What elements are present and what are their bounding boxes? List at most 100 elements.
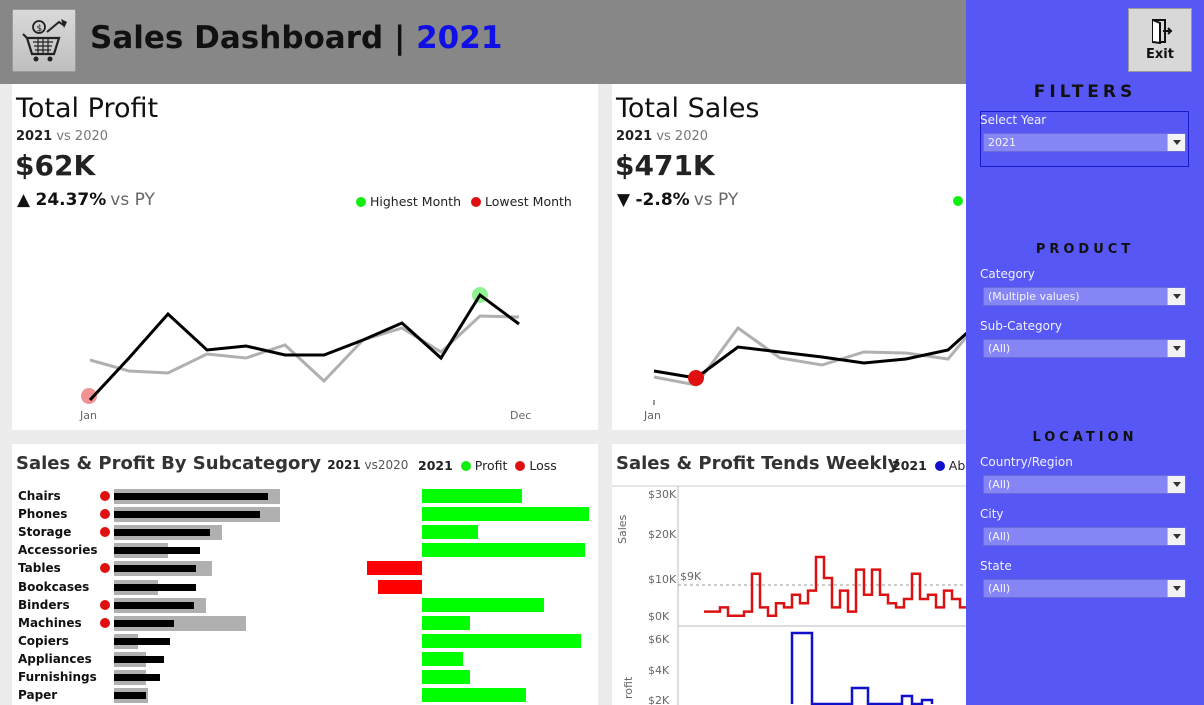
current-year-bar — [114, 674, 160, 681]
profit-bar — [422, 543, 585, 558]
location-heading: LOCATION — [1032, 430, 1138, 445]
category-dropdown[interactable]: (Multiple values) — [983, 287, 1186, 306]
x-axis-end: Dec — [510, 409, 532, 422]
prior-year-line — [89, 314, 520, 384]
row-label: Bookcases — [18, 579, 90, 594]
current-year-bar — [114, 529, 210, 537]
row-label: Chairs — [18, 489, 61, 503]
city-dropdown[interactable]: (All) — [983, 527, 1186, 546]
category-label: Category — [980, 267, 1035, 281]
row-label: Tables — [18, 561, 61, 576]
loss-indicator-icon — [100, 599, 110, 610]
chart-legend: 2021 Profit Loss — [418, 458, 557, 473]
product-heading: PRODUCT — [1035, 242, 1135, 257]
current-year-bar — [114, 583, 196, 591]
profit-line-chart — [81, 287, 520, 404]
current-year-line — [653, 331, 966, 380]
current-year-bar — [114, 601, 194, 609]
country-label: Country/Region — [980, 455, 1073, 469]
row-label: Appliances — [18, 651, 92, 666]
y-tick: $30K — [648, 488, 677, 501]
shopping-basket-growth-icon: $ — [12, 9, 76, 72]
state-dropdown[interactable]: (All) — [983, 579, 1186, 598]
exit-label: Exit — [1146, 47, 1174, 62]
profit-bar — [422, 597, 545, 612]
weekly-sales-line — [704, 555, 966, 618]
subcategory-card: Sales & Profit By Subcategory 2021 vs202… — [12, 444, 598, 705]
chevron-down-icon — [1167, 580, 1185, 597]
current-year-bar — [114, 619, 174, 627]
row-label: Furnishings — [18, 670, 97, 684]
row-label: Phones — [18, 507, 68, 522]
total-sales-card: Total Sales 2021 vs 2020 $471K ▼ -2.8% vs… — [612, 84, 966, 430]
profit-bar — [422, 688, 526, 703]
x-axis-start: Jan — [644, 409, 661, 422]
row-label: Paper — [18, 688, 58, 703]
profit-bar — [422, 670, 471, 684]
chevron-down-icon — [1167, 288, 1185, 305]
loss-indicator-icon — [100, 509, 110, 520]
loss-indicator-icon — [100, 491, 110, 501]
chevron-down-icon — [1167, 340, 1185, 357]
y-tick: $0K — [648, 610, 670, 623]
select-year-label: Select Year — [980, 113, 1047, 127]
row-label: Binders — [18, 597, 70, 612]
profit-bar — [422, 525, 478, 540]
current-year-bar — [114, 692, 146, 700]
country-dropdown[interactable]: (All) — [983, 475, 1186, 494]
svg-text:$: $ — [37, 24, 43, 34]
weekly-profit-line — [790, 631, 934, 705]
subcategory-dropdown[interactable]: (All) — [983, 339, 1186, 358]
loss-dot-icon — [515, 461, 526, 471]
y-tick: $4K — [648, 664, 670, 677]
title-prefix: Sales Dashboard | — [90, 20, 417, 56]
total-profit-card: Total Profit 2021 vs 2020 $62K ▲ 24.37% v… — [12, 84, 598, 430]
x-axis-start: Jan — [80, 409, 97, 422]
state-label: State — [980, 559, 1012, 573]
select-year-dropdown[interactable]: 2021 — [983, 133, 1186, 152]
lowest-month-marker — [688, 370, 704, 386]
loss-indicator-icon — [100, 617, 110, 628]
loss-bar — [377, 579, 422, 594]
chevron-down-icon — [1167, 134, 1185, 151]
exit-button[interactable]: Exit — [1128, 8, 1192, 72]
filters-heading: FILTERS — [1033, 82, 1137, 102]
loss-indicator-icon — [100, 563, 110, 574]
profit-bar — [422, 615, 471, 630]
exit-door-icon — [1152, 19, 1173, 44]
section-title: Sales & Profit By Subcategory 2021 vs202… — [16, 453, 409, 474]
subcategory-label: Sub-Category — [980, 319, 1062, 333]
row-label: Copiers — [18, 633, 69, 648]
city-label: City — [980, 507, 1004, 521]
current-year-bar — [114, 565, 196, 573]
page-title: Sales Dashboard | 2021 — [90, 20, 502, 56]
row-label: Accessories — [18, 543, 98, 558]
current-year-bar — [114, 655, 164, 663]
current-year-bar — [114, 511, 260, 519]
current-year-bar — [114, 547, 200, 555]
loss-indicator-icon — [100, 527, 110, 538]
loss-bar — [366, 561, 422, 576]
current-year-bar — [114, 493, 268, 500]
profit-axis-label: rofit — [622, 676, 635, 699]
average-label: $9K — [680, 570, 702, 583]
sales-line-chart — [653, 325, 966, 405]
chevron-down-icon — [1167, 528, 1185, 545]
row-label: Storage — [18, 525, 72, 540]
y-tick: $10K — [648, 573, 677, 586]
profit-dot-icon — [460, 461, 471, 471]
sales-axis-label: Sales — [616, 514, 629, 544]
weekly-trends-card: Sales & Profit Tends Weekly 2021 Abo $30… — [612, 444, 966, 705]
profit-bar — [422, 489, 522, 503]
y-tick: $6K — [648, 633, 670, 646]
row-label: Machines — [18, 615, 82, 630]
y-tick: $20K — [648, 528, 677, 541]
profit-bar — [422, 507, 589, 522]
current-year-line — [88, 292, 520, 402]
profit-bar — [422, 633, 582, 648]
title-year: 2021 — [416, 20, 503, 56]
chevron-down-icon — [1167, 476, 1185, 493]
profit-bar — [422, 651, 463, 666]
y-tick: $2K — [648, 694, 670, 705]
current-year-bar — [114, 637, 170, 645]
